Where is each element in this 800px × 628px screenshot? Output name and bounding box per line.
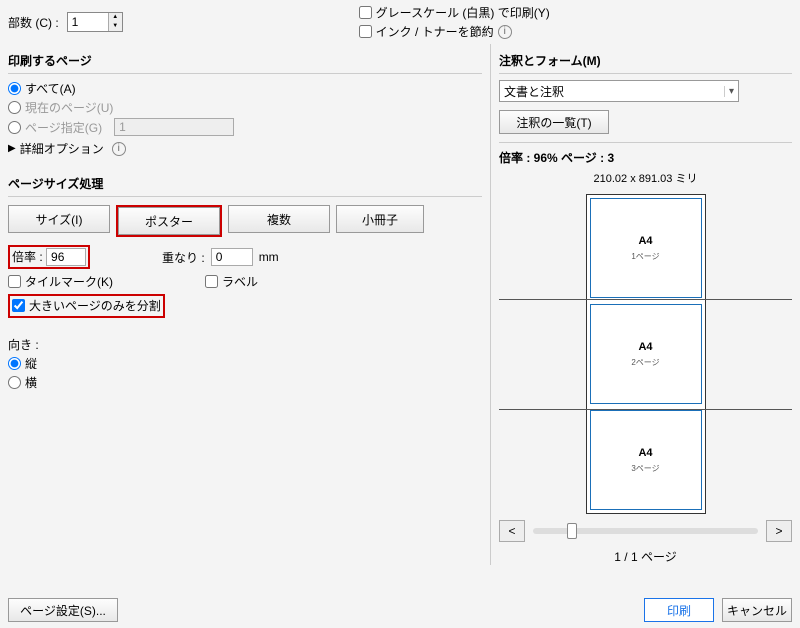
- size-button[interactable]: サイズ(I): [8, 205, 110, 233]
- print-button[interactable]: 印刷: [644, 598, 714, 622]
- comments-list-button[interactable]: 注釈の一覧(T): [499, 110, 609, 134]
- preview-slider[interactable]: [533, 528, 758, 534]
- radio-portrait[interactable]: [8, 357, 21, 370]
- labels-checkbox[interactable]: ラベル: [205, 273, 258, 290]
- prev-page-button[interactable]: <: [499, 520, 525, 542]
- preview-page-3: A43ページ: [590, 410, 702, 510]
- preview-dimensions: 210.02 x 891.03 ミリ: [499, 170, 792, 186]
- tile-marks-checkbox[interactable]: タイルマーク(K): [8, 273, 113, 290]
- scale-input[interactable]: [46, 248, 86, 266]
- preview-page-1: A41ページ: [590, 198, 702, 298]
- comments-dropdown[interactable]: 文書と注釈 ▾: [499, 80, 739, 102]
- scale-label: 倍率 :: [12, 250, 43, 264]
- save-ink-checkbox[interactable]: インク / トナーを節約: [359, 23, 494, 40]
- booklet-button[interactable]: 小冊子: [336, 205, 424, 233]
- overlap-label: 重なり :: [162, 249, 205, 266]
- spin-up-icon[interactable]: ▲: [109, 13, 122, 22]
- copies-spinner[interactable]: ▲▼: [67, 12, 123, 32]
- copies-label: 部数 (C) :: [8, 14, 59, 31]
- print-pages-title: 印刷するページ: [8, 52, 482, 69]
- split-large-checkbox[interactable]: 大きいページのみを分割: [12, 297, 161, 314]
- advanced-options-toggle[interactable]: ▶ 詳細オプション i: [8, 140, 482, 157]
- page-counter: 1 / 1 ページ: [499, 548, 792, 565]
- next-page-button[interactable]: >: [766, 520, 792, 542]
- page-size-title: ページサイズ処理: [8, 175, 482, 192]
- slider-thumb[interactable]: [567, 523, 577, 539]
- grayscale-checkbox[interactable]: グレースケール (白黒) で印刷(Y): [359, 4, 550, 21]
- radio-all[interactable]: [8, 82, 21, 95]
- preview-page-2: A42ページ: [590, 304, 702, 404]
- scale-page-info: 倍率 : 96% ページ : 3: [499, 149, 792, 166]
- info-icon[interactable]: i: [112, 142, 126, 156]
- radio-landscape[interactable]: [8, 376, 21, 389]
- overlap-input[interactable]: [211, 248, 253, 266]
- radio-current[interactable]: [8, 101, 21, 114]
- info-icon[interactable]: i: [498, 25, 512, 39]
- comments-forms-title: 注釈とフォーム(M): [499, 52, 792, 69]
- range-input[interactable]: [114, 118, 234, 136]
- cancel-button[interactable]: キャンセル: [722, 598, 792, 622]
- page-setup-button[interactable]: ページ設定(S)...: [8, 598, 118, 622]
- print-preview: A41ページ A42ページ A43ページ: [586, 194, 706, 514]
- spin-down-icon[interactable]: ▼: [109, 22, 122, 31]
- multi-button[interactable]: 複数: [228, 205, 330, 233]
- poster-button[interactable]: ポスター: [118, 207, 220, 235]
- radio-range[interactable]: [8, 121, 21, 134]
- overlap-unit: mm: [259, 250, 279, 264]
- copies-input[interactable]: [68, 13, 108, 31]
- triangle-right-icon: ▶: [8, 143, 16, 154]
- orientation-label: 向き :: [8, 336, 482, 353]
- chevron-down-icon: ▾: [724, 86, 734, 97]
